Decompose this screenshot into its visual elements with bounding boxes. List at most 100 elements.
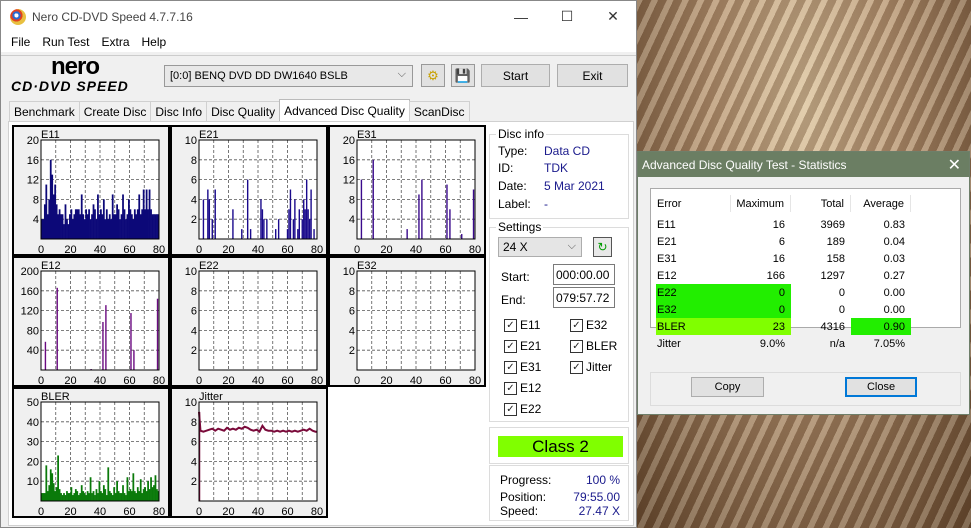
statistics-row: E22 0 0 0.00 (656, 284, 911, 301)
menu-run-test[interactable]: Run Test (36, 35, 95, 49)
end-input[interactable]: 079:57.72 (553, 287, 615, 308)
checkbox-e12[interactable]: ✓ E12 (504, 381, 541, 395)
x-tick-label: 60 (123, 244, 135, 254)
checkbox-bler[interactable]: ✓ BLER (570, 339, 617, 353)
chart-e31: E31 4 8 12 16 20 0 20 40 60 80 (328, 125, 486, 256)
chart-e12: E12 40 80 120 160 200 0 20 40 60 80 (12, 256, 170, 387)
start-input[interactable]: 000:00.00 (553, 264, 615, 285)
menu-help[interactable]: Help (136, 35, 173, 49)
average-cell: 0.00 (883, 303, 905, 316)
y-tick-label: 6 (191, 306, 197, 318)
close-button[interactable]: ✕ (590, 1, 636, 32)
bar (275, 229, 277, 239)
drive-info-button[interactable]: ⚙ (421, 64, 445, 87)
disc-label-label: Label: (498, 197, 531, 211)
tab-advanced-disc-quality[interactable]: Advanced Disc Quality (279, 99, 410, 121)
x-tick-label: 0 (38, 244, 44, 254)
checkbox-e11[interactable]: ✓ E11 (504, 318, 540, 332)
check-icon: ✓ (504, 339, 517, 353)
drive-select[interactable]: [0:0] BENQ DVD DD DW1640 BSLB ⌵ (164, 65, 413, 87)
bar (44, 341, 47, 370)
header-error: Error (656, 195, 731, 212)
checkbox-e32[interactable]: ✓ E32 (570, 318, 607, 332)
y-tick-label: 4 (191, 194, 197, 206)
y-tick-label: 4 (349, 325, 355, 337)
x-tick-label: 0 (38, 506, 44, 516)
menu-extra[interactable]: Extra (95, 35, 135, 49)
maximum-cell: 166 (766, 269, 785, 282)
menu-file[interactable]: File (5, 35, 36, 49)
total-cell: 0 (838, 286, 845, 299)
x-tick-label: 20 (64, 244, 76, 254)
disc-label-row: Label: - (498, 197, 548, 211)
settings-group: Settings 24 X ⌵ ↻ Start: 000:00.00 End: … (489, 220, 629, 422)
dialog-title-bar: Advanced Disc Quality Test - Statistics … (638, 152, 969, 177)
tab-disc-quality[interactable]: Disc Quality (206, 101, 281, 121)
checkbox-e22[interactable]: ✓ E22 (504, 402, 541, 416)
start-button[interactable]: Start (481, 64, 550, 87)
total-cell: 3969 (820, 218, 845, 231)
disc-date-value: 5 Mar 2021 (544, 179, 605, 193)
bar (277, 219, 280, 239)
check-icon: ✓ (504, 381, 517, 395)
statistics-row: BLER 23 4316 0.90 (656, 318, 911, 335)
bar (249, 229, 252, 239)
checkbox-e11-label: E11 (520, 318, 541, 332)
bar (308, 219, 311, 239)
maximum-cell: 16 (772, 218, 785, 231)
close-dialog-button[interactable]: Close (845, 377, 917, 397)
position-row: Position: 79:55.00 (500, 490, 620, 504)
bar (406, 229, 408, 239)
total-cell: 189 (826, 235, 845, 248)
statistics-row: E11 16 3969 0.83 (656, 216, 911, 233)
check-icon: ✓ (504, 402, 517, 416)
main-window: Nero CD-DVD Speed 4.7.7.16 — ☐ ✕ File Ru… (0, 0, 637, 528)
bar (446, 184, 448, 239)
chart-title: E11 (41, 129, 60, 141)
checkbox-e32-label: E32 (586, 318, 608, 332)
checkbox-e21[interactable]: ✓ E21 (504, 339, 541, 353)
maximum-cell: 0 (731, 301, 791, 318)
copy-button[interactable]: Copy (691, 377, 764, 397)
tab-benchmark[interactable]: Benchmark (9, 101, 80, 121)
x-tick-label: 20 (380, 244, 392, 254)
x-tick-label: 40 (410, 375, 422, 385)
chart-title: E31 (357, 129, 377, 141)
maximum-cell: 23 (731, 318, 791, 335)
bar (449, 209, 451, 239)
checkbox-jitter[interactable]: ✓ Jitter (570, 360, 612, 374)
maximize-button[interactable]: ☐ (544, 1, 590, 32)
tab-scandisc[interactable]: ScanDisc (408, 101, 470, 121)
tab-create-disc[interactable]: Create Disc (78, 101, 152, 121)
checkbox-bler-label: BLER (586, 339, 618, 353)
save-button[interactable]: 💾 (451, 64, 475, 87)
tab-disc-info[interactable]: Disc Info (150, 101, 208, 121)
y-tick-label: 16 (343, 155, 355, 167)
header-maximum: Maximum (731, 195, 791, 212)
x-tick-label: 80 (311, 375, 323, 385)
x-tick-label: 0 (354, 375, 360, 385)
x-tick-label: 0 (38, 375, 44, 385)
bar (298, 209, 300, 239)
x-tick-label: 20 (64, 506, 76, 516)
y-tick-label: 200 (21, 266, 39, 278)
bar (305, 179, 308, 239)
bar (211, 219, 213, 239)
checkbox-e31[interactable]: ✓ E31 (504, 360, 541, 374)
minimize-button[interactable]: — (498, 1, 544, 32)
refresh-speed-button[interactable]: ↻ (593, 237, 612, 257)
plot-area (199, 271, 317, 370)
total-cell: 0 (838, 303, 845, 316)
x-tick-label: 20 (222, 375, 234, 385)
disc-type-value: Data CD (544, 144, 591, 158)
speed-select[interactable]: 24 X ⌵ (498, 237, 582, 257)
y-tick-label: 8 (349, 194, 355, 206)
total-cell: 1297 (820, 269, 845, 282)
x-tick-label: 60 (123, 506, 135, 516)
chart-jitter: Jitter 2 4 6 8 10 0 20 40 60 80 (170, 387, 328, 518)
exit-button[interactable]: Exit (557, 64, 628, 87)
y-tick-label: 16 (27, 155, 39, 167)
x-tick-label: 40 (410, 244, 422, 254)
dialog-close-icon[interactable]: ✕ (948, 155, 961, 175)
disc-label-value: - (544, 197, 548, 211)
